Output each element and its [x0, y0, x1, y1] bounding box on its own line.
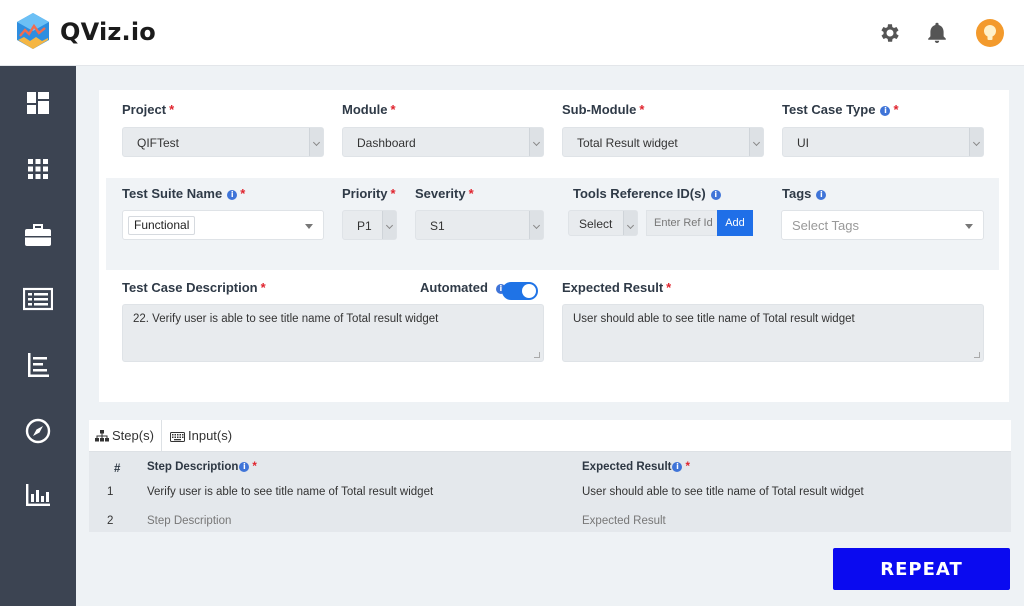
chevron-down-icon[interactable]	[309, 128, 323, 156]
chevron-down-icon[interactable]	[969, 128, 983, 156]
compass-icon[interactable]	[23, 416, 53, 446]
tab-steps[interactable]: Step(s)	[89, 420, 162, 452]
avatar[interactable]	[976, 19, 1004, 47]
suite-select[interactable]: Functional	[122, 210, 324, 240]
priority-value: P1	[357, 219, 372, 233]
bell-icon[interactable]	[925, 21, 949, 45]
row-num: 2	[107, 515, 114, 527]
row-expected-result[interactable]: User should able to see title name of To…	[582, 486, 864, 498]
row-step-description-input[interactable]: Step Description	[147, 515, 231, 527]
list-icon[interactable]	[23, 284, 53, 314]
resize-handle[interactable]	[534, 352, 540, 358]
submodule-select[interactable]: Total Result widget	[562, 127, 764, 157]
info-icon[interactable]: i	[710, 190, 721, 200]
suite-label: Test Suite Name i *	[122, 186, 246, 201]
caret-down-icon[interactable]	[965, 224, 973, 229]
tags-select[interactable]: Select Tags	[781, 210, 984, 240]
case-type-label: Test Case Type i *	[782, 102, 899, 117]
gear-icon[interactable]	[877, 21, 901, 45]
submodule-label: Sub-Module *	[562, 102, 645, 117]
info-icon[interactable]: i	[227, 190, 238, 200]
qviz-logo-icon	[17, 13, 49, 49]
apps-grid-icon[interactable]	[23, 154, 53, 184]
tab-steps-label: Step(s)	[112, 428, 154, 443]
case-type-value: UI	[797, 136, 809, 150]
row-step-description[interactable]: Verify user is able to see title name of…	[147, 486, 433, 498]
dashboard-icon[interactable]	[23, 88, 53, 118]
chevron-down-icon[interactable]	[529, 128, 543, 156]
bar-chart-icon[interactable]	[23, 480, 53, 510]
steps-tabs: Step(s) Input(s)	[89, 420, 1011, 452]
tools-ref-select-value: Select	[579, 217, 613, 231]
lightbulb-icon	[984, 25, 996, 40]
priority-label: Priority *	[342, 186, 396, 201]
sidebar	[0, 66, 76, 606]
keyboard-icon	[170, 432, 185, 442]
module-select[interactable]: Dashboard	[342, 127, 544, 157]
chevron-down-icon[interactable]	[749, 128, 763, 156]
description-textarea[interactable]: 22. Verify user is able to see title nam…	[122, 304, 544, 362]
module-value: Dashboard	[357, 136, 416, 150]
project-value: QIFTest	[137, 136, 180, 150]
header-step-description: Step Description i *	[147, 461, 257, 473]
top-bar: QViz.io	[0, 0, 1024, 66]
repeat-button[interactable]: REPEAT	[833, 548, 1010, 590]
info-icon[interactable]: i	[880, 106, 891, 116]
steps-table: # Step Description i * Expected Result i * 1…	[89, 452, 1011, 532]
suite-chip[interactable]: Functional	[128, 216, 196, 235]
header-num: #	[114, 463, 121, 475]
tools-ref-label: Tools Reference ID(s) i	[573, 186, 721, 201]
description-label: Test Case Description *	[122, 280, 266, 295]
severity-value: S1	[430, 219, 445, 233]
severity-label: Severity *	[415, 186, 474, 201]
table-row[interactable]: 2 Step Description Expected Result	[89, 508, 1011, 535]
priority-select[interactable]: P1	[342, 210, 397, 240]
table-row[interactable]: 1 Verify user is able to see title name …	[89, 479, 1011, 506]
expected-textarea[interactable]: User should able to see title name of To…	[562, 304, 984, 362]
project-select[interactable]: QIFTest	[122, 127, 324, 157]
info-icon[interactable]: i	[239, 462, 250, 472]
info-icon[interactable]: i	[672, 462, 683, 472]
chevron-down-icon[interactable]	[529, 211, 543, 239]
project-label: Project *	[122, 102, 175, 117]
row-expected-result-input[interactable]: Expected Result	[582, 515, 666, 527]
tab-inputs[interactable]: Input(s)	[164, 420, 238, 452]
severity-select[interactable]: S1	[415, 210, 544, 240]
sitemap-icon	[95, 430, 109, 442]
tools-ref-select[interactable]: Select	[568, 210, 638, 236]
expected-label: Expected Result *	[562, 280, 672, 295]
row-num: 1	[107, 486, 114, 498]
automated-toggle[interactable]	[502, 282, 538, 300]
chevron-down-icon[interactable]	[382, 211, 396, 239]
description-text: 22. Verify user is able to see title nam…	[133, 313, 439, 325]
toggle-knob	[522, 284, 536, 298]
briefcase-icon[interactable]	[23, 220, 53, 250]
tags-label: Tags i	[782, 186, 827, 201]
module-label: Module *	[342, 102, 396, 117]
header-expected-result: Expected Result i *	[582, 461, 690, 473]
caret-down-icon[interactable]	[305, 224, 313, 229]
ref-id-input[interactable]: Enter Ref Id	[646, 210, 718, 236]
tree-icon[interactable]	[23, 350, 53, 380]
table-header: # Step Description i * Expected Result i *	[89, 454, 1011, 481]
info-icon[interactable]: i	[816, 190, 827, 200]
expected-text: User should able to see title name of To…	[573, 313, 855, 325]
resize-handle[interactable]	[974, 352, 980, 358]
brand-name: QViz.io	[60, 18, 156, 46]
tab-inputs-label: Input(s)	[188, 428, 233, 443]
automated-label: Automated i	[420, 280, 506, 295]
chevron-down-icon[interactable]	[623, 211, 637, 235]
submodule-value: Total Result widget	[577, 136, 678, 150]
case-type-select[interactable]: UI	[782, 127, 984, 157]
add-ref-button[interactable]: Add	[717, 210, 753, 236]
tags-placeholder: Select Tags	[792, 218, 859, 233]
